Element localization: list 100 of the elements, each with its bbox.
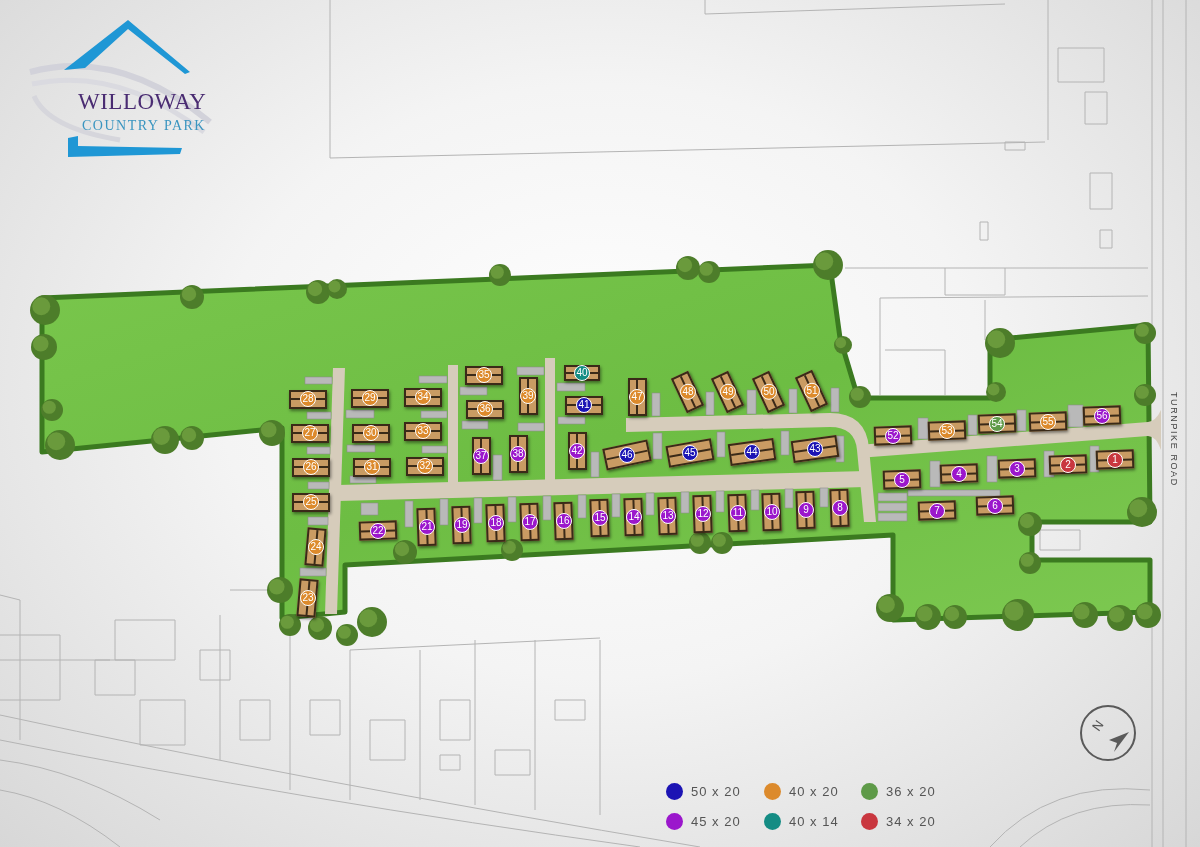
plot-badge: 27	[302, 425, 318, 441]
parking-space	[877, 502, 908, 512]
tree-icon	[45, 430, 75, 460]
plot-badge: 50	[760, 384, 776, 400]
tree-icon	[698, 261, 720, 283]
plot-badge: 17	[521, 514, 537, 530]
parking-space	[1067, 404, 1084, 428]
plot-badge: 54	[989, 415, 1005, 431]
parking-space	[705, 391, 715, 416]
tree-icon	[876, 594, 904, 622]
plot-badge: 24	[307, 539, 323, 555]
plot-badge: 36	[477, 401, 493, 417]
parking-space	[459, 386, 488, 396]
parking-space	[651, 392, 661, 417]
plot-badge: 32	[417, 458, 433, 474]
tree-icon	[676, 256, 700, 280]
parking-space	[590, 451, 600, 478]
parking-space	[473, 497, 483, 524]
plot-badge: 19	[453, 517, 469, 533]
tree-icon	[1019, 552, 1041, 574]
plot-badge: 3	[1009, 460, 1025, 476]
tree-icon	[1134, 322, 1156, 344]
parking-space	[346, 444, 376, 453]
plot-badge: 41	[576, 397, 592, 413]
parking-space	[556, 382, 586, 392]
plot-badge: 4	[951, 465, 967, 481]
plot-badge: 40	[574, 365, 590, 381]
tree-icon	[1127, 497, 1157, 527]
plot-badge: 1	[1107, 451, 1123, 467]
legend-label: 40 x 14	[789, 815, 839, 828]
parking-space	[819, 487, 829, 508]
parking-space	[680, 491, 690, 514]
plot-badge: 10	[763, 504, 779, 520]
tree-icon	[813, 250, 843, 280]
tree-icon	[151, 426, 179, 454]
plot-badge: 46	[619, 447, 635, 463]
brand-tagline: COUNTRY PARK	[82, 119, 206, 133]
plot-badge: 14	[625, 509, 641, 525]
tree-icon	[30, 295, 60, 325]
plot-badge: 51	[803, 383, 819, 399]
parking-space	[611, 493, 621, 518]
plot-badge: 44	[744, 444, 760, 460]
parking-space	[557, 416, 586, 425]
plot-badge: 33	[415, 423, 431, 439]
brand-name: WILLOWAY	[78, 90, 207, 113]
arrow-icon	[1108, 731, 1130, 753]
parking-space	[830, 387, 840, 413]
parking-space	[877, 512, 908, 522]
road-name: TURNPIKE ROAD	[1169, 392, 1178, 487]
parking-space	[780, 430, 790, 456]
legend-label: 34 x 20	[886, 815, 936, 828]
plot-badge: 15	[591, 510, 607, 526]
parking-space	[746, 389, 757, 415]
tree-icon	[308, 616, 332, 640]
plot-badge: 55	[1040, 413, 1056, 429]
parking-space	[461, 420, 489, 430]
tree-icon	[1018, 512, 1042, 536]
tree-icon	[279, 614, 301, 636]
plot-badge: 11	[729, 505, 745, 521]
parking-space	[784, 488, 794, 509]
tree-icon	[1107, 605, 1133, 631]
roof-logo-icon	[28, 20, 212, 158]
legend-label: 36 x 20	[886, 785, 936, 798]
parking-space	[716, 431, 726, 458]
legend-label: 40 x 20	[789, 785, 839, 798]
parking-space	[715, 490, 725, 513]
tree-icon	[489, 264, 511, 286]
tree-icon	[180, 426, 204, 450]
tree-icon	[943, 605, 967, 629]
parking-space	[542, 495, 552, 521]
parking-space	[306, 411, 332, 420]
parking-space	[492, 454, 503, 481]
plot-badge: 8	[831, 500, 847, 516]
north-label: N	[1089, 717, 1106, 734]
plot-badge: 9	[797, 502, 813, 518]
tree-icon	[393, 540, 417, 564]
tree-icon	[267, 577, 293, 603]
parking-space	[404, 500, 414, 528]
parking-space	[360, 502, 379, 516]
plot-badge: 22	[370, 522, 386, 538]
plot-badge: 7	[929, 502, 945, 518]
parking-space	[349, 475, 377, 484]
parking-space	[345, 409, 375, 419]
plot-badge: 18	[487, 515, 503, 531]
parking-space	[967, 414, 978, 436]
tree-icon	[1135, 602, 1161, 628]
tree-icon	[31, 334, 57, 360]
parking-space	[917, 417, 929, 440]
parking-space	[986, 455, 998, 483]
plot-badge: 45	[682, 445, 698, 461]
plot-badge: 12	[694, 506, 710, 522]
plot-badge: 48	[679, 384, 695, 400]
plot-badge: 43	[807, 441, 823, 457]
plot-badge: 2	[1060, 456, 1076, 472]
tree-icon	[41, 399, 63, 421]
parking-space	[645, 492, 655, 516]
plot-badge: 52	[885, 427, 901, 443]
parking-space	[516, 366, 545, 376]
parking-space	[750, 489, 760, 511]
parking-space	[652, 432, 663, 460]
